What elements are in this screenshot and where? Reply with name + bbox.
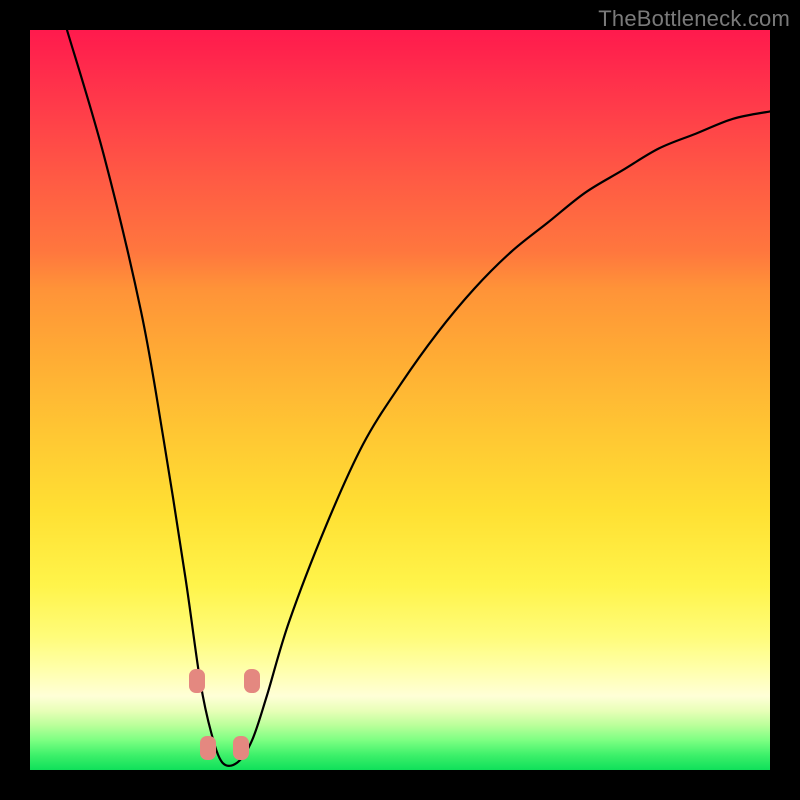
bottleneck-curve <box>30 30 770 770</box>
curve-marker-1 <box>200 736 216 760</box>
curve-marker-2 <box>233 736 249 760</box>
curve-marker-0 <box>189 669 205 693</box>
plot-area <box>30 30 770 770</box>
watermark-text: TheBottleneck.com <box>598 6 790 32</box>
curve-marker-3 <box>244 669 260 693</box>
curve-path <box>67 30 770 766</box>
chart-frame: TheBottleneck.com <box>0 0 800 800</box>
